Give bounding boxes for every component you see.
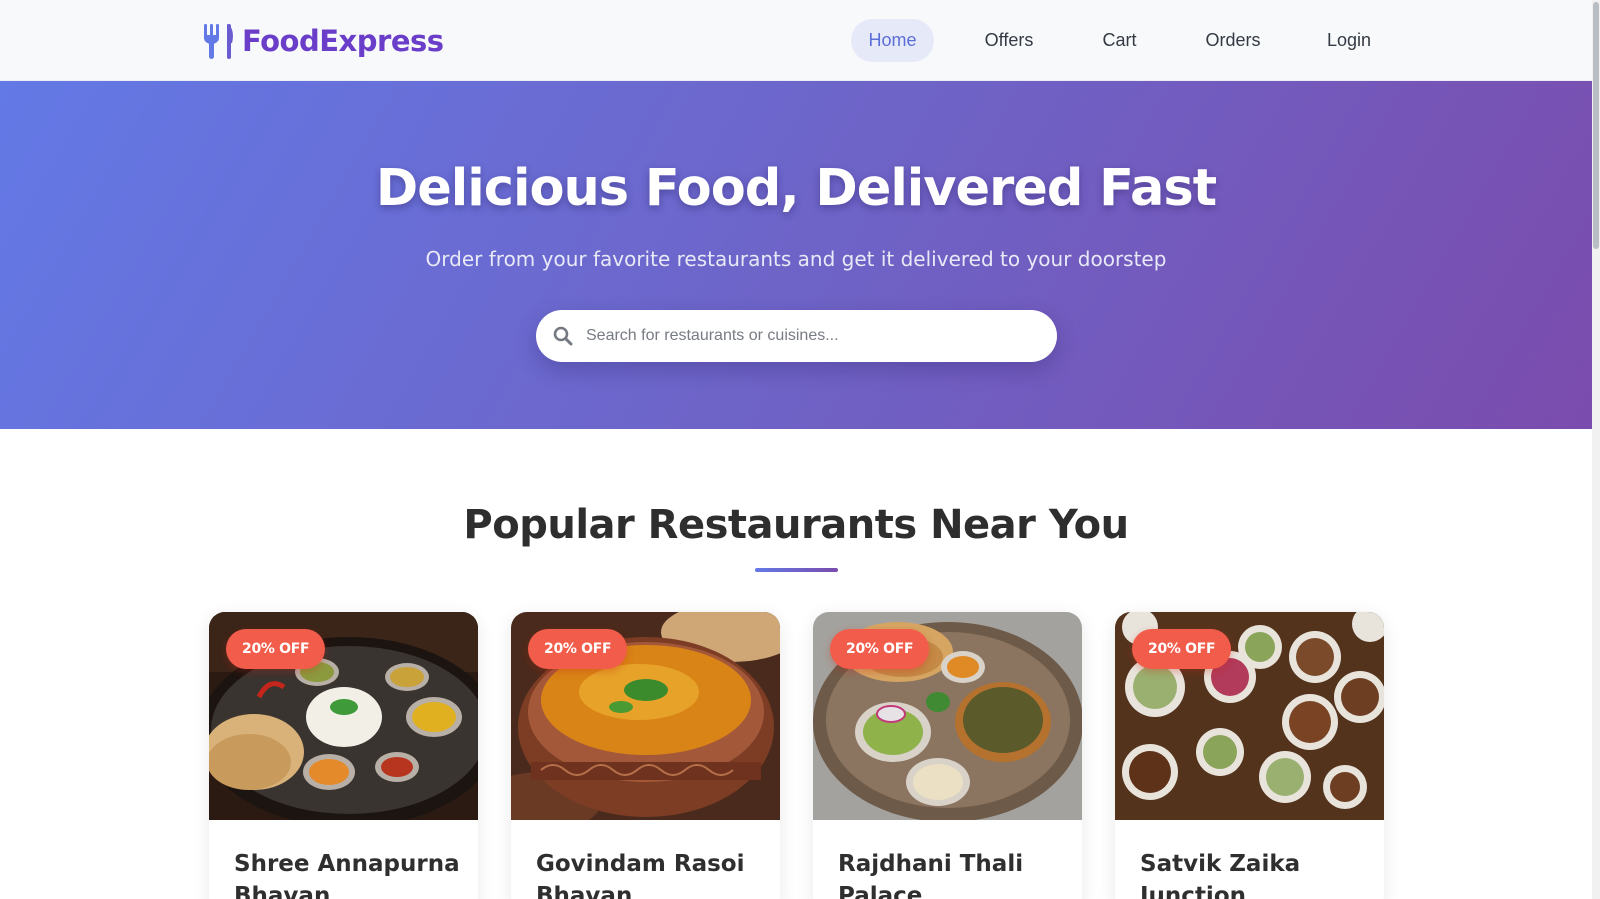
discount-badge: 20% OFF <box>830 629 930 669</box>
search-bar[interactable] <box>536 310 1057 362</box>
nav-login[interactable]: Login <box>1314 19 1384 62</box>
nav-offers[interactable]: Offers <box>971 19 1047 62</box>
discount-badge: 20% OFF <box>528 629 628 669</box>
utensils-icon <box>204 24 233 59</box>
brand-logo[interactable]: FoodExpress <box>202 21 444 61</box>
discount-badge: 20% OFF <box>1132 629 1232 669</box>
hero-title: Delicious Food, Delivered Fast <box>375 159 1217 218</box>
nav-cart[interactable]: Cart <box>1089 19 1150 62</box>
brand-name: FoodExpress <box>242 24 444 58</box>
section-underline <box>755 568 838 572</box>
restaurant-card[interactable]: 20% OFF Rajdhani Thali Palace <box>813 612 1082 899</box>
nav-orders[interactable]: Orders <box>1193 19 1273 62</box>
restaurant-name: Govindam Rasoi Bhavan <box>536 851 745 899</box>
search-input[interactable] <box>586 322 1026 350</box>
search-icon <box>553 326 573 346</box>
restaurant-card[interactable]: 20% OFF Govindam Rasoi Bhavan <box>511 612 780 899</box>
restaurant-card[interactable]: 20% OFF Shree Annapurna Bhavan <box>209 612 478 899</box>
discount-badge: 20% OFF <box>226 629 326 669</box>
page-scrollbar[interactable] <box>1592 0 1600 899</box>
restaurant-name: Shree Annapurna Bhavan <box>234 851 460 899</box>
navbar: FoodExpress Home Offers Cart Orders Logi… <box>0 0 1592 81</box>
hero-subtitle: Order from your favorite restaurants and… <box>425 247 1167 271</box>
nav-home[interactable]: Home <box>851 19 934 62</box>
hero-banner: Delicious Food, Delivered Fast Order fro… <box>0 81 1592 429</box>
section-title: Popular Restaurants Near You <box>463 502 1129 548</box>
restaurant-name: Satvik Zaika Junction <box>1140 851 1301 899</box>
restaurant-card[interactable]: 20% OFF Satvik Zaika Junction <box>1115 612 1384 899</box>
scrollbar-thumb[interactable] <box>1593 2 1599 249</box>
restaurant-name: Rajdhani Thali Palace <box>838 851 1024 899</box>
